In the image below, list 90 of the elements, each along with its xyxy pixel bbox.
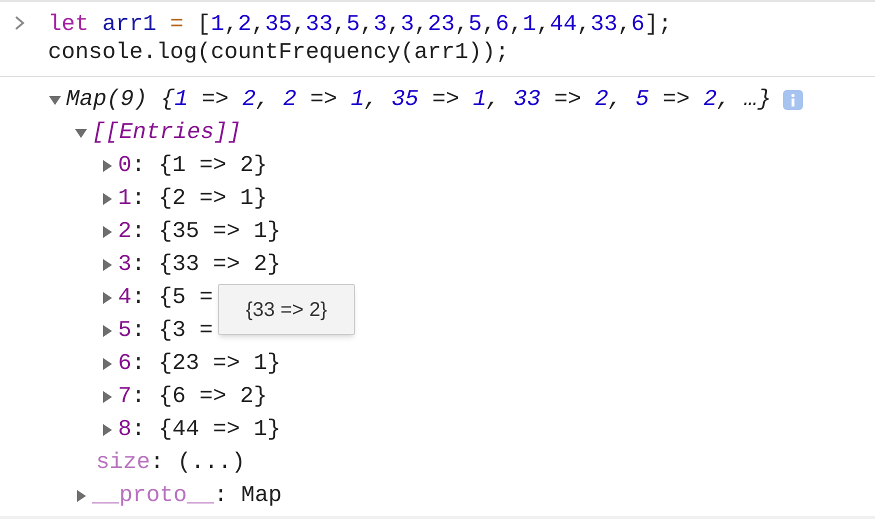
code-token: 5 (636, 84, 650, 114)
code-token: 2 (703, 84, 717, 114)
collapsed-triangle-icon[interactable] (100, 422, 114, 436)
collapsed-triangle-icon[interactable] (100, 356, 114, 370)
code-token: , (360, 10, 374, 38)
entry-key: 4 (118, 280, 132, 314)
collapsed-triangle-icon[interactable] (74, 488, 88, 502)
prompt-chevron-icon (14, 16, 26, 30)
entry-key: 1 (118, 182, 132, 216)
entry-value: : {23 => 1} (132, 348, 281, 378)
code-token: , (292, 10, 306, 38)
proto-key: __proto__ (92, 478, 214, 512)
collapsed-triangle-icon[interactable] (100, 192, 114, 206)
entry-value: : {6 => 2} (132, 382, 268, 411)
entry-key: 2 (118, 214, 132, 248)
code-token: , (576, 10, 590, 38)
code-token: 44 (550, 10, 577, 38)
code-token: , (387, 10, 401, 38)
code-token: 2 (594, 84, 608, 114)
code-token: arr1 (101, 10, 158, 38)
entry-value: : {1 => 2} (132, 150, 268, 180)
entry-value: : {35 => 1} (132, 216, 281, 246)
code-token: = (170, 10, 184, 38)
entry-key: 7 (118, 380, 132, 414)
code-token: ]; (644, 10, 672, 38)
map-label: Map(9) (66, 84, 148, 114)
tooltip: {33 => 2} (218, 284, 355, 335)
code-token: 3 (400, 10, 414, 38)
code-token: , (509, 10, 523, 38)
collapsed-triangle-icon[interactable] (100, 224, 114, 238)
collapsed-triangle-icon[interactable] (100, 324, 114, 338)
code-token: , (224, 10, 238, 38)
entry-value: : {2 => 1} (132, 184, 268, 213)
entry-value: : {3 = (132, 316, 213, 345)
code-token: , (251, 10, 265, 38)
code-token: 35 (391, 84, 419, 114)
code-token: 23 (428, 10, 455, 38)
code-token: => (553, 84, 582, 114)
code-token: => (200, 84, 230, 114)
code-token: , (454, 10, 468, 38)
code-token: { (160, 84, 174, 114)
code-token: , (256, 84, 270, 114)
entry-key: 5 (118, 314, 132, 348)
code-token: 1 (522, 10, 536, 38)
code-token: , (536, 10, 550, 38)
code-token: => (431, 84, 460, 114)
entry-key: 0 (118, 148, 132, 182)
code-token: 33 (514, 84, 541, 114)
code-token: => (662, 84, 691, 114)
entry-value: : {44 => 1} (132, 414, 281, 444)
code-token: , (332, 10, 346, 38)
collapsed-triangle-icon[interactable] (100, 258, 114, 272)
collapsed-triangle-icon[interactable] (100, 290, 114, 304)
code-token: 1 (350, 84, 364, 114)
entry-key: 3 (118, 248, 132, 282)
entries-label: [[Entries]] (92, 118, 242, 147)
code-token: , (486, 84, 501, 114)
code-token: , (618, 10, 632, 38)
code-token: 1 (174, 84, 188, 114)
code-token: 2 (282, 84, 297, 114)
size-key: size (96, 446, 150, 480)
code-token: 5 (468, 10, 482, 38)
code-token: 1 (210, 10, 224, 38)
proto-value: : Map (214, 480, 282, 510)
code-token: 2 (242, 84, 256, 114)
entry-value: : {33 => 2} (132, 250, 281, 279)
code-token: 1 (472, 84, 486, 114)
size-value: : (...) (150, 448, 246, 477)
code-token: 33 (306, 10, 333, 38)
entry-value: : {5 = (132, 282, 213, 312)
entry-key: 8 (118, 412, 132, 446)
code-token: 33 (590, 10, 618, 38)
code-token: => (309, 84, 338, 114)
code-token: 3 (373, 10, 388, 38)
code-token: 5 (346, 10, 360, 38)
collapsed-triangle-icon[interactable] (100, 390, 114, 404)
code-token: , (482, 10, 496, 38)
code-token: console.log(countFrequency(arr1)); (48, 38, 509, 66)
code-token: 2 (238, 10, 252, 38)
code-token: 35 (264, 10, 292, 38)
code-token: 6 (496, 10, 510, 38)
collapsed-triangle-icon[interactable] (100, 158, 114, 172)
code-token: , …} (716, 84, 772, 114)
code-token: [ (196, 10, 211, 38)
code-token: , (364, 84, 379, 114)
code-token: let (48, 10, 89, 38)
entry-key: 6 (118, 346, 132, 380)
code-token: 6 (631, 10, 645, 38)
code-token: , (608, 84, 623, 114)
code-token: , (414, 10, 428, 38)
